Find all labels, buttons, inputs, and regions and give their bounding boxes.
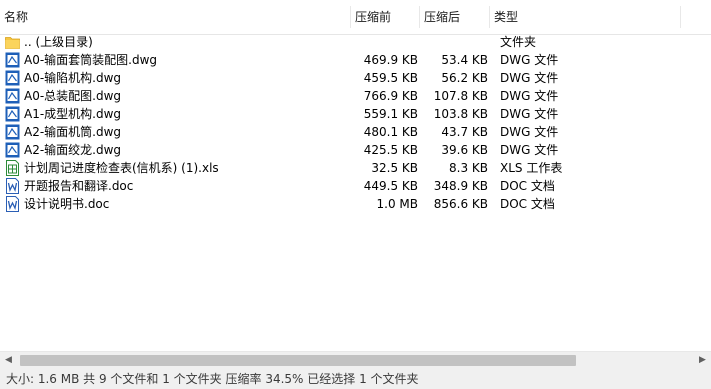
file-type: 文件夹 (500, 35, 537, 49)
file-row[interactable]: A2-输面绞龙.dwg 425.5 KB 39.6 KB DWG 文件 (0, 141, 711, 159)
file-original-size: 449.5 KB (363, 179, 418, 193)
file-compressed-size: 103.8 KB (433, 107, 488, 121)
file-row[interactable]: 计划周记进度检查表(信机系) (1).xls 32.5 KB 8.3 KB XL… (0, 159, 711, 177)
file-name: A0-输面套筒装配图.dwg (24, 53, 158, 67)
file-name: 开题报告和翻译.doc (24, 179, 134, 193)
column-divider[interactable] (680, 6, 681, 28)
file-name: A2-输面机筒.dwg (24, 125, 122, 139)
file-row[interactable]: A0-输陷机构.dwg 459.5 KB 56.2 KB DWG 文件 (0, 69, 711, 87)
file-name: A2-输面绞龙.dwg (24, 143, 122, 157)
file-original-size: 32.5 KB (371, 161, 418, 175)
file-type: DWG 文件 (500, 71, 559, 85)
file-original-size: 1.0 MB (376, 197, 418, 211)
file-original-size: 480.1 KB (363, 125, 418, 139)
file-compressed-size: 43.7 KB (441, 125, 488, 139)
file-original-size (354, 33, 418, 51)
file-type: XLS 工作表 (500, 161, 563, 175)
folder-icon (5, 37, 20, 49)
file-compressed-size: 856.6 KB (433, 197, 488, 211)
file-compressed-size: 39.6 KB (441, 143, 488, 157)
file-list: .. (上级目录) 文件夹 A0-输面套筒装配图.dwg 469.9 KB 53… (0, 33, 711, 213)
scroll-left-arrow-icon[interactable]: ◀ (0, 352, 17, 369)
file-compressed-size: 53.4 KB (441, 53, 488, 67)
file-type: DWG 文件 (500, 125, 559, 139)
file-row[interactable]: 设计说明书.doc 1.0 MB 856.6 KB DOC 文档 (0, 195, 711, 213)
file-name: 计划周记进度检查表(信机系) (1).xls (24, 161, 219, 175)
horizontal-scrollbar[interactable]: ◀ ▶ (0, 351, 711, 369)
file-row[interactable]: A2-输面机筒.dwg 480.1 KB 43.7 KB DWG 文件 (0, 123, 711, 141)
file-original-size: 766.9 KB (363, 89, 418, 103)
status-bar: 大小: 1.6 MB 共 9 个文件和 1 个文件夹 压缩率 34.5% 已经选… (0, 369, 711, 389)
dwg-file-icon (5, 106, 20, 122)
file-name: .. (上级目录) (24, 35, 93, 49)
file-type: DWG 文件 (500, 143, 559, 157)
file-name: A1-成型机构.dwg (24, 107, 122, 121)
file-compressed-size: 8.3 KB (449, 161, 488, 175)
file-type: DWG 文件 (500, 89, 559, 103)
file-compressed-size: 348.9 KB (433, 179, 488, 193)
file-type: DOC 文档 (500, 197, 555, 211)
dwg-file-icon (5, 124, 20, 140)
column-header-compressed-size[interactable]: 压缩后 (420, 0, 490, 34)
xls-file-icon (6, 160, 19, 176)
column-header-original-size[interactable]: 压缩前 (351, 0, 421, 34)
file-type: DOC 文档 (500, 179, 555, 193)
dwg-file-icon (5, 52, 20, 68)
column-header-row: 名称 压缩前 压缩后 类型 (0, 0, 711, 35)
file-row[interactable]: 开题报告和翻译.doc 449.5 KB 348.9 KB DOC 文档 (0, 177, 711, 195)
doc-file-icon (6, 178, 19, 194)
column-header-type[interactable]: 类型 (490, 0, 680, 34)
file-compressed-size (424, 33, 488, 51)
file-row-parent-dir[interactable]: .. (上级目录) 文件夹 (0, 33, 711, 51)
dwg-file-icon (5, 142, 20, 158)
file-original-size: 469.9 KB (363, 53, 418, 67)
file-compressed-size: 56.2 KB (441, 71, 488, 85)
file-type: DWG 文件 (500, 53, 559, 67)
file-type: DWG 文件 (500, 107, 559, 121)
file-name: 设计说明书.doc (24, 197, 110, 211)
file-compressed-size: 107.8 KB (433, 89, 488, 103)
file-name: A0-总装配图.dwg (24, 89, 122, 103)
file-original-size: 559.1 KB (363, 107, 418, 121)
scroll-right-arrow-icon[interactable]: ▶ (694, 352, 711, 369)
dwg-file-icon (5, 88, 20, 104)
scrollbar-thumb[interactable] (20, 355, 576, 366)
file-row[interactable]: A0-输面套筒装配图.dwg 469.9 KB 53.4 KB DWG 文件 (0, 51, 711, 69)
dwg-file-icon (5, 70, 20, 86)
file-name: A0-输陷机构.dwg (24, 71, 122, 85)
column-header-name[interactable]: 名称 (0, 0, 354, 34)
doc-file-icon (6, 196, 19, 212)
file-original-size: 425.5 KB (363, 143, 418, 157)
file-row[interactable]: A0-总装配图.dwg 766.9 KB 107.8 KB DWG 文件 (0, 87, 711, 105)
file-row[interactable]: A1-成型机构.dwg 559.1 KB 103.8 KB DWG 文件 (0, 105, 711, 123)
file-original-size: 459.5 KB (363, 71, 418, 85)
